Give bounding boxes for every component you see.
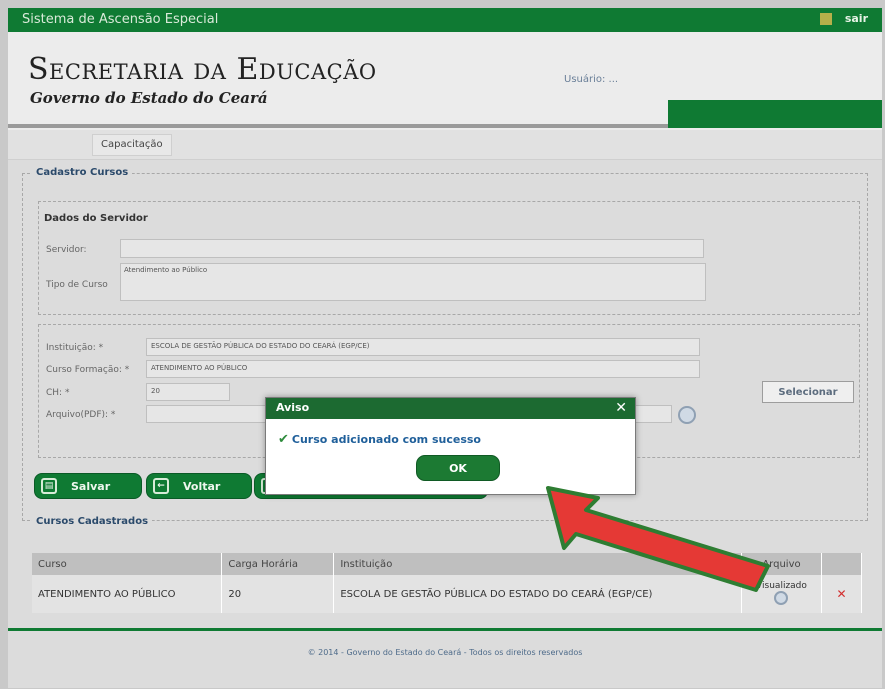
nav-item-capacitacao[interactable]: Capacitação bbox=[92, 134, 172, 156]
servidor-input[interactable] bbox=[120, 239, 704, 258]
app-title: Sistema de Ascensão Especial bbox=[22, 12, 219, 27]
cell-curso: ATENDIMENTO AO PÚBLICO bbox=[32, 575, 223, 613]
selecionar-label: Selecionar bbox=[778, 386, 838, 398]
dialog-title: Aviso bbox=[276, 401, 310, 414]
tipo-curso-label: Tipo de Curso bbox=[46, 280, 108, 290]
brand-title: Secretaria da Educação bbox=[28, 52, 377, 87]
dialog-message: Curso adicionado com sucesso bbox=[291, 433, 481, 446]
header-accent-tab bbox=[668, 100, 882, 128]
browser-viewport: Sistema de Ascensão Especial sair Secret… bbox=[8, 8, 882, 688]
salvar-button[interactable]: ▤ Salvar bbox=[34, 473, 142, 499]
logout-icon[interactable] bbox=[820, 13, 832, 25]
voltar-button[interactable]: ← Voltar bbox=[146, 473, 252, 499]
save-icon: ▤ bbox=[41, 478, 57, 494]
curso-formacao-label: Curso Formação: * bbox=[46, 365, 130, 375]
instituicao-label: Instituição: * bbox=[46, 343, 104, 353]
footer-copyright: © 2014 - Governo do Estado do Ceará - To… bbox=[307, 648, 583, 657]
tipo-curso-textarea[interactable]: Atendimento ao Público bbox=[120, 263, 706, 301]
col-actions bbox=[821, 553, 863, 575]
annotation-arrow-icon bbox=[546, 486, 770, 592]
instituicao-input[interactable]: ESCOLA DE GESTÃO PÚBLICA DO ESTADO DO CE… bbox=[146, 338, 700, 356]
dialog-header: Aviso ✕ bbox=[266, 398, 635, 419]
cell-ch: 20 bbox=[221, 575, 335, 613]
logout-link[interactable]: sair bbox=[845, 12, 868, 25]
cadastro-cursos-legend: Cadastro Cursos bbox=[32, 167, 133, 178]
checkmark-icon: ✔ bbox=[278, 432, 289, 447]
delete-icon[interactable]: ✕ bbox=[836, 587, 846, 601]
servidor-section-title: Dados do Servidor bbox=[44, 213, 148, 224]
servidor-label: Servidor: bbox=[46, 245, 87, 255]
dialog-message-row: ✔ Curso adicionado com sucesso bbox=[278, 432, 481, 447]
cell-delete: ✕ bbox=[821, 575, 863, 613]
nav-bar: Capacitação bbox=[8, 130, 882, 160]
search-icon[interactable] bbox=[678, 406, 696, 424]
back-arrow-icon: ← bbox=[153, 478, 169, 494]
col-carga-horaria: Carga Horária bbox=[221, 553, 335, 575]
cursos-cadastrados-legend: Cursos Cadastrados bbox=[32, 516, 153, 527]
arquivo-label: Arquivo(PDF): * bbox=[46, 410, 116, 420]
user-label: Usuário: ... bbox=[564, 74, 619, 85]
ch-label: CH: * bbox=[46, 388, 70, 398]
selecionar-button[interactable]: Selecionar bbox=[762, 381, 854, 403]
top-bar: Sistema de Ascensão Especial sair bbox=[8, 8, 882, 32]
footer-divider bbox=[8, 628, 882, 631]
ok-button[interactable]: OK bbox=[416, 455, 500, 481]
salvar-label: Salvar bbox=[71, 479, 111, 493]
curso-formacao-input[interactable]: ATENDIMENTO AO PÚBLICO bbox=[146, 360, 700, 378]
brand-subtitle: Governo do Estado do Ceará bbox=[30, 89, 268, 107]
col-curso: Curso bbox=[32, 553, 223, 575]
close-icon[interactable]: ✕ bbox=[615, 400, 627, 416]
header: Secretaria da Educação Governo do Estado… bbox=[8, 32, 882, 130]
page: Sistema de Ascensão Especial sair Secret… bbox=[8, 8, 882, 688]
voltar-label: Voltar bbox=[183, 479, 221, 493]
ch-input[interactable]: 20 bbox=[146, 383, 230, 401]
